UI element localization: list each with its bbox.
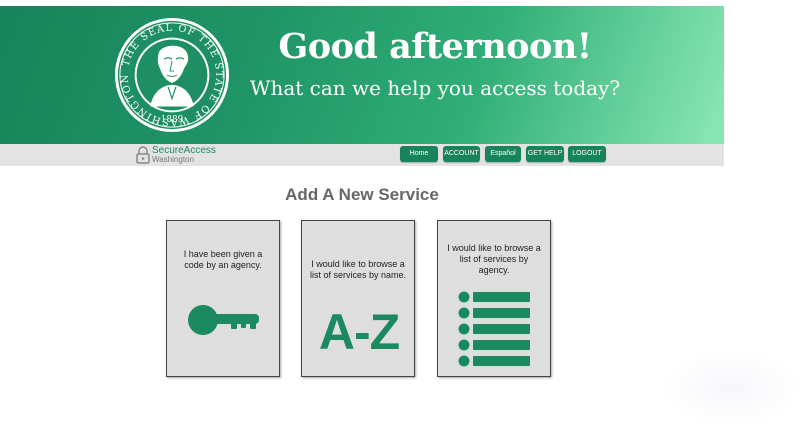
key-icon <box>188 305 259 335</box>
nav-bar: SecureAccess Washington Home ACCOUNT Esp… <box>0 144 724 166</box>
a-z-icon: A-Z <box>318 304 400 360</box>
header-banner: THE SEAL OF THE STATE OF WASHINGTON 1889… <box>0 6 724 144</box>
home-button[interactable]: Home <box>400 146 438 162</box>
card-description: I would like to browse a list of service… <box>447 243 541 275</box>
secureaccess-logo[interactable]: SecureAccess Washington <box>136 145 216 165</box>
seal-year: 1889 <box>161 115 184 125</box>
service-card-code[interactable]: I have been given a code by an agency. <box>166 220 280 377</box>
greeting-title: Good afternoon! <box>278 26 592 67</box>
service-card-by-name[interactable]: I would like to browse a list of service… <box>301 220 415 377</box>
page-title: Add A New Service <box>285 185 439 204</box>
lock-icon <box>136 146 150 164</box>
service-card-by-agency[interactable]: I would like to browse a list of service… <box>437 220 551 377</box>
account-button[interactable]: ACCOUNT <box>443 146 480 162</box>
brand-name: SecureAccess <box>152 145 216 156</box>
background-blur <box>660 350 800 426</box>
card-description: I have been given a code by an agency. <box>183 249 263 270</box>
get-help-button[interactable]: GET HELP <box>526 146 564 162</box>
logout-button[interactable]: LOGOUT <box>568 146 606 162</box>
list-icon <box>458 291 530 367</box>
card-description: I would like to browse a list of service… <box>309 259 407 280</box>
espanol-button[interactable]: Español <box>485 146 521 162</box>
greeting-subtitle: What can we help you access today? <box>249 76 621 100</box>
state-seal-logo: THE SEAL OF THE STATE OF WASHINGTON 1889 <box>114 17 230 133</box>
brand-subname: Washington <box>152 155 194 164</box>
